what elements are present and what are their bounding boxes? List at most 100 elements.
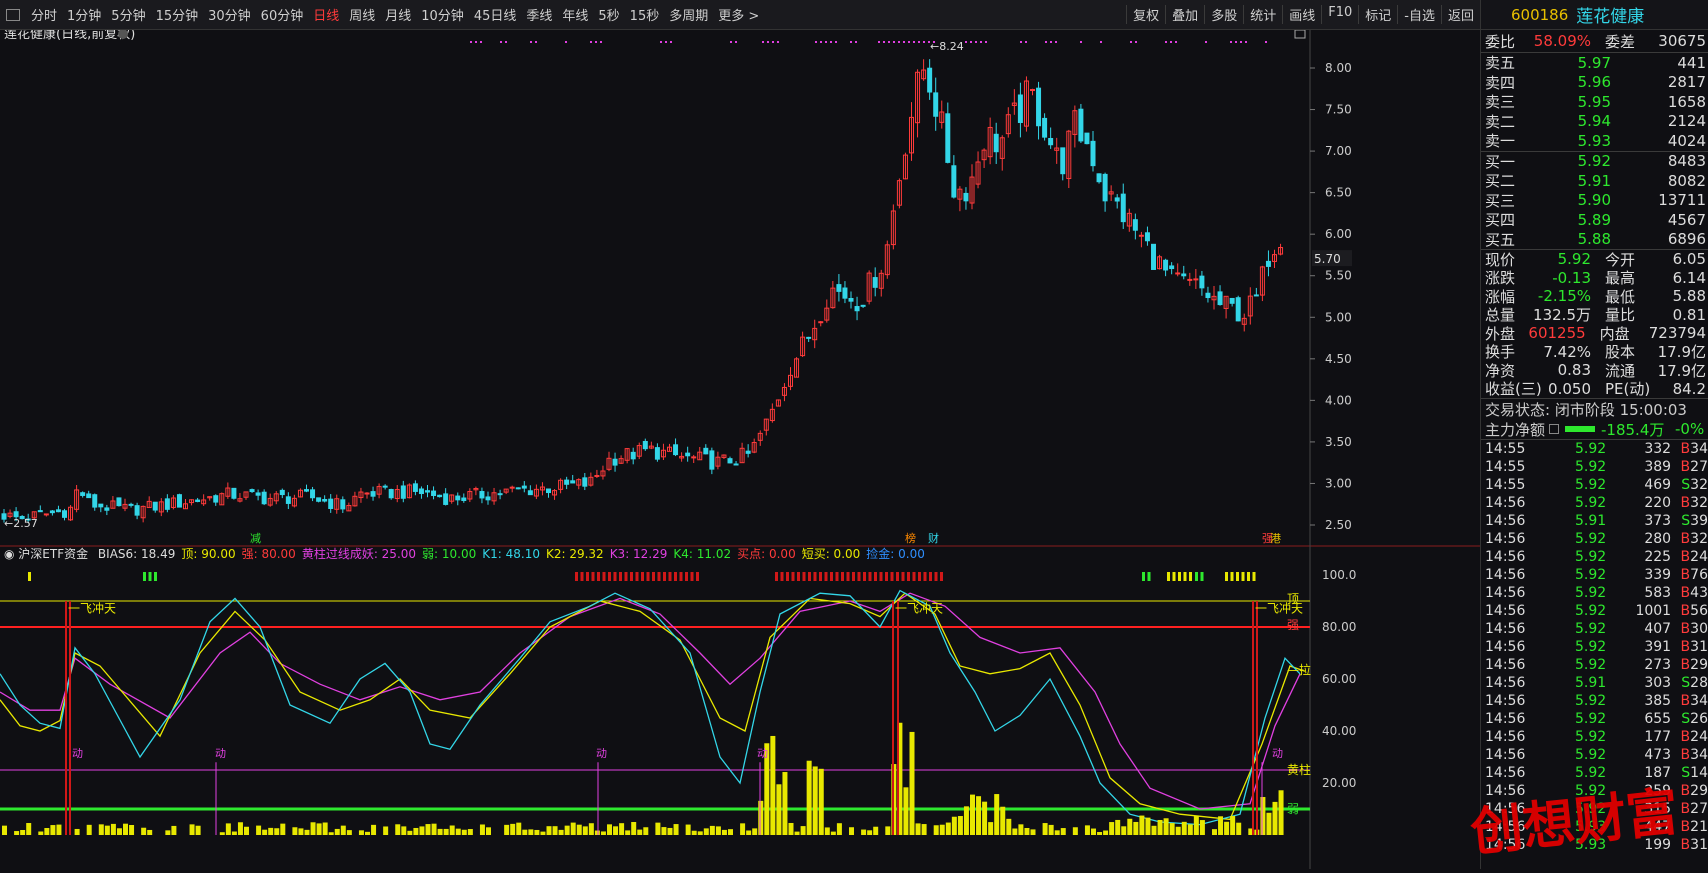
- chart-area[interactable]: 莲花健康(日线,前复权) 8.00 7.50 7.00 6.50 6.00 5.50 5.00…: [0, 26, 1480, 869]
- candle-body: [479, 491, 485, 499]
- period-tab[interactable]: 年线: [557, 5, 593, 24]
- period-tab[interactable]: 分时: [26, 5, 62, 24]
- yellow-bar: [1030, 829, 1036, 835]
- period-tab[interactable]: 周线: [344, 5, 380, 24]
- period-tab[interactable]: 日线: [308, 5, 344, 24]
- yellow-bar: [1175, 826, 1181, 835]
- signal-block: [1195, 572, 1198, 581]
- candle-body: [195, 499, 201, 502]
- yellow-bar: [528, 829, 534, 835]
- yellow-bar: [1012, 828, 1018, 835]
- book-price: 5.91: [1577, 171, 1611, 190]
- yellow-bar: [643, 827, 649, 835]
- tick-price: 5.91: [1575, 513, 1607, 529]
- period-tab[interactable]: 更多 >: [713, 5, 764, 24]
- signal-block: [890, 572, 894, 581]
- signal-block: [619, 572, 622, 581]
- book-level-label: 卖五: [1485, 54, 1516, 73]
- stat-row: 外盘 601255 内盘 723794: [1481, 324, 1708, 343]
- main-flow-icon[interactable]: [1549, 424, 1560, 434]
- period-tab[interactable]: 5秒: [593, 5, 624, 24]
- signal-block: [143, 572, 146, 581]
- price-tick-label: 5.50: [1325, 269, 1352, 283]
- book-row[interactable]: 买二 5.91 8082: [1481, 171, 1708, 191]
- book-volume: 4024: [1667, 131, 1706, 150]
- stat-value: 723794: [1648, 324, 1706, 343]
- tool-button[interactable]: 标记: [1358, 5, 1397, 24]
- period-tab[interactable]: 15秒: [625, 5, 665, 24]
- book-row[interactable]: 卖三 5.95 1658: [1481, 92, 1708, 112]
- signal-block: [602, 572, 606, 581]
- period-tab[interactable]: 季线: [521, 5, 557, 24]
- tool-button[interactable]: 统计: [1243, 5, 1282, 24]
- tool-button[interactable]: 画线: [1282, 5, 1321, 24]
- signal-block: [879, 572, 883, 581]
- low-label: ←2.57: [4, 517, 38, 530]
- tick-side: B: [1680, 747, 1691, 763]
- period-tab[interactable]: 多周期: [664, 5, 713, 24]
- book-row[interactable]: 卖一 5.93 4024: [1481, 131, 1708, 151]
- book-row[interactable]: 卖二 5.94 2124: [1481, 112, 1708, 132]
- yellow-bar: [812, 766, 818, 835]
- tool-button[interactable]: F10: [1321, 5, 1358, 24]
- signal-block: [1241, 572, 1245, 581]
- yellow-bar: [746, 830, 752, 835]
- tool-button[interactable]: 复权: [1126, 5, 1165, 24]
- period-tab[interactable]: 5分钟: [106, 5, 150, 24]
- book-price: 5.90: [1577, 191, 1611, 210]
- period-tab[interactable]: 30分钟: [203, 5, 256, 24]
- signal-dot: [590, 41, 592, 43]
- book-row[interactable]: 卖五 5.97 441: [1481, 53, 1708, 73]
- period-tab[interactable]: 60分钟: [256, 5, 309, 24]
- main-flow-pct: -0%: [1675, 420, 1705, 438]
- tick-price: 5.92: [1575, 747, 1607, 763]
- yellow-bar: [516, 822, 522, 835]
- candle-body: [685, 452, 691, 457]
- period-tab[interactable]: 10分钟: [416, 5, 469, 24]
- book-row[interactable]: 买三 5.90 13711: [1481, 191, 1708, 211]
- signal-dot: [835, 41, 837, 43]
- book-row[interactable]: 卖四 5.96 2817: [1481, 73, 1708, 93]
- event-marker[interactable]: 财: [928, 531, 939, 545]
- yellow-bar: [667, 827, 673, 835]
- weibi-value: 58.09%: [1533, 32, 1591, 50]
- event-marker[interactable]: 榜: [905, 531, 916, 545]
- candle-body: [1102, 173, 1108, 202]
- tick-time: 14:56: [1485, 729, 1526, 745]
- tool-button[interactable]: 叠加: [1165, 5, 1204, 24]
- kline-chart[interactable]: 莲花健康(日线,前复权) 8.00 7.50 7.00 6.50 6.00 5.50 5.00…: [0, 26, 1480, 869]
- tick-time: 14:56: [1485, 567, 1526, 583]
- menu-toggle-icon[interactable]: [6, 8, 20, 21]
- signal-block: [912, 572, 916, 581]
- yellow-bar: [697, 831, 703, 835]
- period-tab[interactable]: 月线: [380, 5, 416, 24]
- candle-body: [55, 509, 61, 513]
- candle-body: [213, 495, 219, 503]
- indicator-name[interactable]: ◉ 沪深ETF资金: [4, 546, 92, 561]
- event-marker[interactable]: 减: [250, 532, 261, 545]
- candle-body: [134, 505, 140, 516]
- event-marker[interactable]: 港: [1270, 532, 1281, 545]
- window-toggle-icon[interactable]: [1294, 29, 1306, 39]
- book-row[interactable]: 买一 5.92 8483: [1481, 152, 1708, 172]
- period-tab[interactable]: 45日线: [469, 5, 522, 24]
- signal-dot: [825, 41, 827, 43]
- period-tab[interactable]: 15分钟: [151, 5, 204, 24]
- period-tab[interactable]: 1分钟: [62, 5, 106, 24]
- signal-block: [154, 572, 157, 581]
- yellow-bar: [655, 822, 661, 835]
- yellow-bar: [1272, 801, 1278, 835]
- signal-block: [791, 572, 795, 581]
- tool-button[interactable]: 多股: [1204, 5, 1243, 24]
- signal-block: [830, 572, 833, 581]
- book-row[interactable]: 买五 5.88 6896: [1481, 230, 1708, 250]
- tick-volume: 389: [1644, 459, 1672, 475]
- tick-side: B: [1680, 657, 1691, 673]
- tool-button[interactable]: 返回: [1440, 5, 1480, 24]
- current-price-label: 5.70: [1314, 252, 1341, 266]
- candle-body: [521, 485, 527, 489]
- tool-button[interactable]: -自选: [1397, 5, 1441, 24]
- candle-body: [49, 510, 55, 514]
- signal-dot: [923, 41, 925, 43]
- book-row[interactable]: 买四 5.89 4567: [1481, 210, 1708, 230]
